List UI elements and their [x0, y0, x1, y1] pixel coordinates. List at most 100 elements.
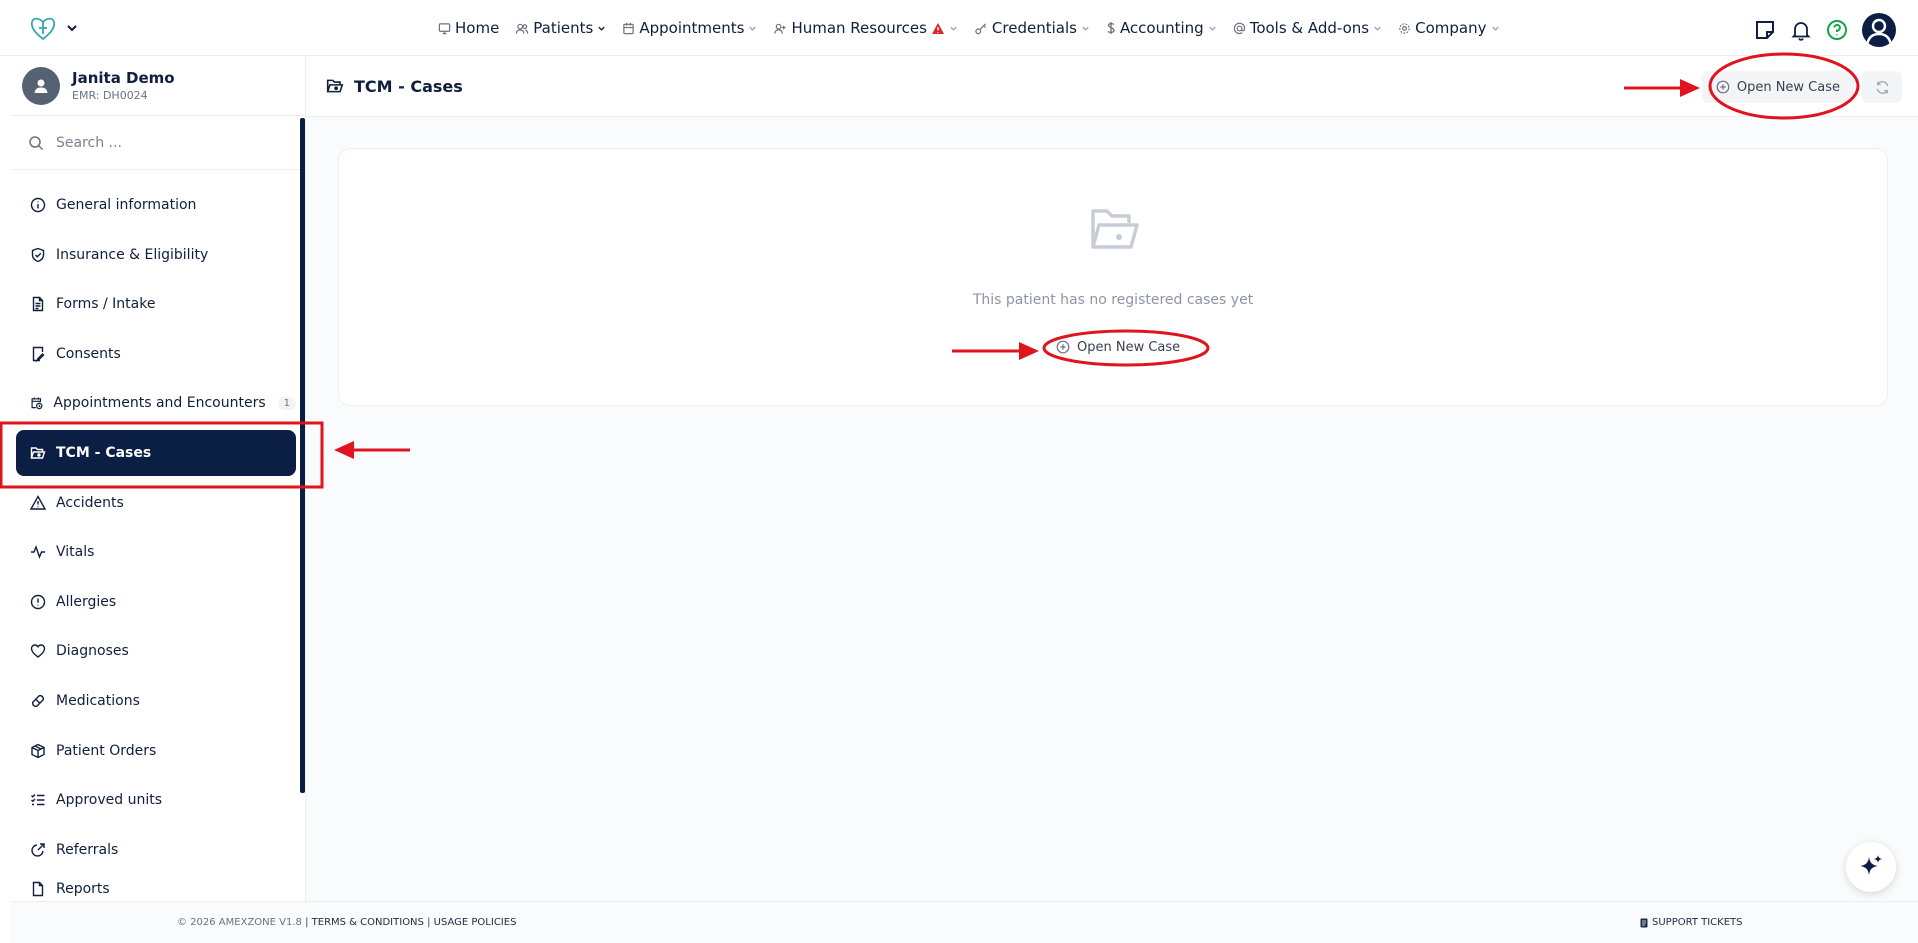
sidebar-item-tcm-cases[interactable]: TCM - Cases — [16, 429, 296, 476]
user-icon — [1865, 18, 1893, 47]
footer-separator: | — [305, 917, 309, 928]
nav-accounting[interactable]: Accounting — [1098, 18, 1225, 38]
sidebar-item-forms-intake[interactable]: Forms / Intake — [16, 281, 296, 327]
nav-company[interactable]: Company — [1390, 18, 1507, 38]
shield-check-icon — [31, 247, 45, 262]
nav-tools-addons-label: Tools & Add-ons — [1249, 19, 1370, 37]
document-edit-icon — [32, 346, 45, 362]
users-icon — [516, 23, 529, 34]
warning-icon — [30, 494, 46, 510]
folder-open-icon — [30, 447, 46, 459]
sidebar-item-insurance-eligibility[interactable]: Insurance & Eligibility — [16, 232, 296, 278]
sparkle-icon — [1860, 855, 1882, 875]
search-input[interactable] — [56, 134, 256, 151]
chevron-down-icon — [598, 26, 606, 31]
bell-icon[interactable] — [1790, 19, 1812, 41]
nav-home[interactable]: Home — [430, 18, 507, 38]
key-icon — [975, 22, 986, 34]
nav-credentials-label: Credentials — [991, 19, 1077, 37]
sidebar-item-label: Vitals — [56, 544, 95, 561]
nav-appointments[interactable]: Appointments — [614, 18, 765, 38]
app-logo[interactable] — [28, 14, 78, 42]
top-actions — [1754, 13, 1896, 47]
copyright-text: © 2026 AMEXZONE V1.8 — [177, 917, 302, 928]
nav-credentials[interactable]: Credentials — [966, 18, 1098, 38]
nav-patients[interactable]: Patients — [507, 18, 614, 38]
sidebar-item-approved-units[interactable]: Approved units — [16, 777, 296, 823]
user-icon — [34, 79, 48, 93]
chevron-down-icon — [67, 25, 77, 32]
sidebar-item-label: Forms / Intake — [56, 296, 156, 313]
open-new-case-label: Open New Case — [1077, 339, 1181, 355]
sidebar-item-label: Referrals — [56, 841, 119, 858]
document-icon — [32, 296, 44, 312]
sidebar-item-allergies[interactable]: Allergies — [16, 579, 296, 625]
help-icon[interactable] — [1826, 19, 1848, 41]
info-icon — [30, 197, 46, 213]
sidebar-scrollbar[interactable] — [300, 118, 305, 793]
sidebar-item-label: Medications — [56, 692, 140, 709]
calendar-clock-icon — [31, 397, 43, 410]
sidebar-item-label: Patient Orders — [56, 742, 157, 759]
nav-tools-addons[interactable]: Tools & Add-ons — [1225, 18, 1390, 38]
nav-accounting-label: Accounting — [1119, 19, 1204, 37]
footer-separator: | — [427, 917, 431, 928]
sidebar-item-label: Consents — [56, 345, 121, 362]
sidebar-item-consents[interactable]: Consents — [16, 331, 296, 377]
chevron-down-icon — [1082, 26, 1089, 31]
top-bar: Home Patients Appointments Human Resourc… — [0, 0, 1918, 56]
open-new-case-button[interactable]: Open New Case — [1701, 71, 1854, 103]
empty-state-message: This patient has no registered cases yet — [972, 292, 1254, 308]
dollar-icon — [1107, 22, 1115, 34]
at-icon — [1233, 22, 1245, 34]
logo-icon — [30, 17, 56, 41]
nav-human-resources[interactable]: Human Resources — [765, 18, 965, 38]
patient-emr: EMR: DH0024 — [72, 89, 148, 102]
folder-open-icon — [1091, 209, 1139, 249]
search-icon — [29, 135, 44, 150]
sticky-note-icon[interactable] — [1754, 19, 1776, 41]
usage-policies-link[interactable]: USAGE POLICIES — [434, 917, 517, 928]
sidebar-menu: General information Insurance & Eligibil… — [16, 182, 296, 902]
header-actions: Open New Case — [1701, 71, 1902, 103]
activity-icon — [31, 545, 45, 560]
terms-link[interactable]: TERMS & CONDITIONS — [312, 917, 424, 928]
sidebar-item-label: Allergies — [56, 593, 117, 610]
sidebar-item-referrals[interactable]: Referrals — [16, 827, 296, 873]
calendar-icon — [623, 22, 635, 34]
sidebar-item-vitals[interactable]: Vitals — [16, 529, 296, 575]
plus-circle-icon — [1056, 340, 1070, 354]
sidebar-item-appointments-encounters[interactable]: Appointments and Encounters 1 — [16, 380, 296, 426]
nav-company-label: Company — [1415, 19, 1487, 37]
sidebar-item-label: Reports — [56, 881, 110, 898]
refresh-button[interactable] — [1862, 71, 1902, 103]
pill-icon — [31, 694, 45, 707]
footer: © 2026 AMEXZONE V1.8 | TERMS & CONDITION… — [10, 901, 1918, 943]
report-icon — [32, 882, 44, 897]
package-icon — [31, 743, 45, 758]
sidebar-item-reports[interactable]: Reports — [16, 876, 296, 898]
sidebar-item-label: Diagnoses — [56, 643, 129, 660]
ai-assistant-button[interactable] — [1846, 842, 1896, 892]
support-tickets-link[interactable]: SUPPORT TICKETS — [1640, 917, 1742, 928]
nav-patients-label: Patients — [533, 19, 594, 37]
share-arrow-icon — [31, 843, 45, 857]
ticket-icon — [1640, 918, 1648, 927]
patient-header: Janita Demo EMR: DH0024 — [10, 56, 305, 116]
sidebar-item-diagnoses[interactable]: Diagnoses — [16, 628, 296, 674]
sidebar-item-medications[interactable]: Medications — [16, 678, 296, 724]
open-new-case-empty-button[interactable]: Open New Case — [1044, 333, 1192, 361]
profile-avatar[interactable] — [1862, 13, 1896, 47]
patient-name: Janita Demo — [72, 69, 175, 87]
sidebar-item-general-information[interactable]: General information — [16, 182, 296, 228]
support-tickets-label: SUPPORT TICKETS — [1652, 917, 1743, 928]
sidebar-item-patient-orders[interactable]: Patient Orders — [16, 728, 296, 774]
nav-home-label: Home — [455, 19, 500, 37]
page-title: TCM - Cases — [354, 76, 463, 96]
gear-icon — [1399, 22, 1410, 34]
sidebar-item-accidents[interactable]: Accidents — [16, 480, 296, 526]
avatar — [22, 66, 60, 105]
user-plus-icon — [774, 23, 787, 34]
plus-circle-icon — [1716, 80, 1730, 94]
nav-human-resources-label: Human Resources — [791, 19, 927, 37]
